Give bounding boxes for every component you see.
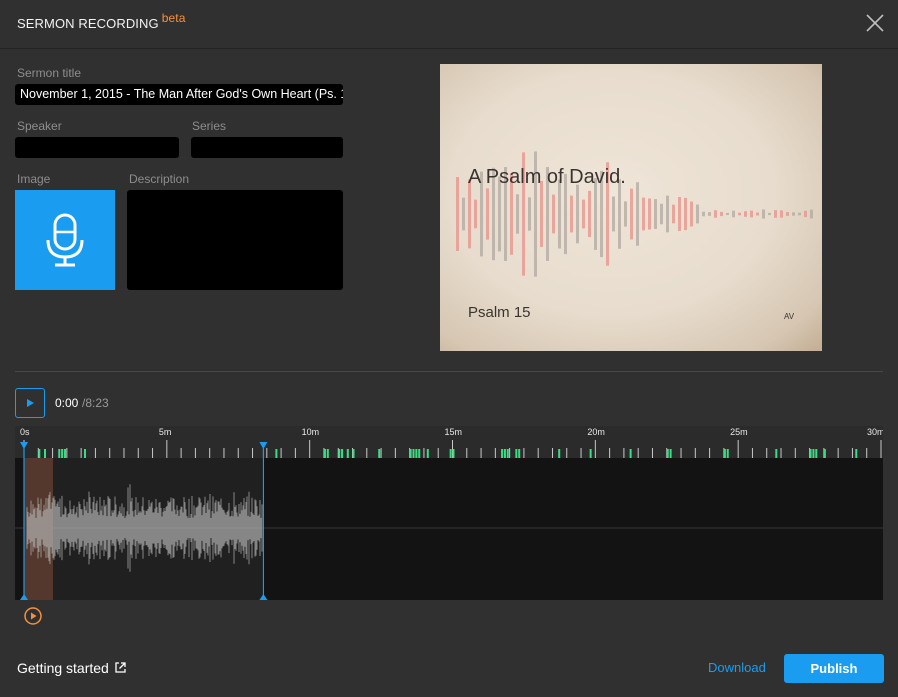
microphone-icon <box>46 213 84 267</box>
preview-wave-bar <box>660 203 663 225</box>
preview-image: A Psalm of David. Psalm 15 AV <box>440 64 822 351</box>
preview-wave-bar <box>786 212 789 216</box>
preview-wave-bar <box>558 179 561 249</box>
preview-wave-bar <box>744 211 747 217</box>
dialog-title: SERMON RECORDING beta <box>17 11 185 31</box>
close-icon <box>866 14 884 32</box>
preview-wave-bar <box>672 204 675 224</box>
preview-wave-bar <box>798 212 801 216</box>
preview-wave-bar <box>516 194 519 234</box>
speaker-input[interactable] <box>15 137 179 158</box>
preview-wave-bar <box>768 212 771 216</box>
preview-wave-bar <box>732 210 735 218</box>
preview-wave-bar <box>774 210 777 218</box>
preview-wave-bar <box>810 209 813 219</box>
preview-wave-bar <box>720 211 723 217</box>
marker-play-button[interactable] <box>24 607 42 625</box>
image-label: Image <box>17 172 51 186</box>
preview-wave-bar <box>642 197 645 231</box>
preview-wave-bar <box>804 210 807 218</box>
play-button[interactable] <box>15 388 45 418</box>
preview-wave-bar <box>702 211 705 217</box>
preview-wave-bar <box>462 197 465 231</box>
preview-wave-bar <box>570 195 573 233</box>
publish-button[interactable]: Publish <box>784 654 884 683</box>
header-divider <box>0 48 898 49</box>
preview-wave-bar <box>690 201 693 227</box>
preview-wave-bar <box>666 195 669 233</box>
waveform <box>15 484 883 572</box>
preview-wave-bar <box>612 196 615 232</box>
speaker-label: Speaker <box>17 119 62 133</box>
preview-title: A Psalm of David. <box>468 166 626 188</box>
getting-started-link[interactable]: Getting started <box>17 660 126 676</box>
preview-wave-bar <box>630 188 633 240</box>
preview-wave-bar <box>708 212 711 216</box>
preview-wave-bar <box>780 210 783 218</box>
description-label: Description <box>129 172 190 186</box>
total-time: /8:23 <box>82 396 109 410</box>
getting-started-label: Getting started <box>17 660 109 676</box>
dialog-title-text: SERMON RECORDING <box>17 16 159 31</box>
preview-subtitle: Psalm 15 <box>468 304 531 321</box>
series-label: Series <box>192 119 227 133</box>
preview-wave-bar <box>696 204 699 224</box>
preview-wave-bar <box>618 179 621 249</box>
series-input[interactable] <box>191 137 343 158</box>
preview-wave-bar <box>552 194 555 234</box>
preview-wave-bar <box>756 212 759 216</box>
preview-wave-bar <box>726 212 729 216</box>
play-icon <box>27 399 34 407</box>
preview-wave-bar <box>588 190 591 238</box>
external-link-icon <box>115 662 126 673</box>
beta-badge: beta <box>161 11 186 25</box>
preview-wave-bar <box>540 180 543 248</box>
preview-wave-bar <box>582 199 585 229</box>
current-time: 0:00 <box>55 396 79 410</box>
description-input[interactable] <box>127 190 343 290</box>
preview-wave-bar <box>486 188 489 240</box>
sermon-title-label: Sermon title <box>17 66 82 80</box>
preview-wave-bar <box>474 199 477 229</box>
preview-wave-bar <box>750 210 753 218</box>
preview-wave-bar <box>738 212 741 216</box>
preview-wave-bar <box>792 212 795 216</box>
preview-wave-bar <box>648 198 651 230</box>
download-link[interactable]: Download <box>708 660 766 675</box>
preview-wave-bar <box>576 184 579 244</box>
preview-wave-bar <box>678 196 681 232</box>
image-picker[interactable] <box>15 190 115 290</box>
preview-wave-bar <box>654 199 657 229</box>
timeline[interactable]: 0s 5m 10m 15m 20m 25m 30m <box>15 426 883 600</box>
preview-wave-bar <box>456 177 459 251</box>
close-button[interactable] <box>863 11 887 35</box>
preview-wave-bar <box>762 209 765 219</box>
section-divider <box>15 371 883 372</box>
preview-wave-bar <box>636 182 639 246</box>
play-circle-icon <box>24 607 42 625</box>
preview-wave-bar <box>684 197 687 231</box>
preview-wave-bar <box>468 179 471 249</box>
preview-corner-mark: AV <box>784 312 795 321</box>
preview-wave-bar <box>528 197 531 231</box>
sermon-title-input[interactable]: November 1, 2015 - The Man After God's O… <box>15 84 343 105</box>
preview-wave-bar <box>624 201 627 227</box>
preview-wave-bar <box>714 210 717 218</box>
